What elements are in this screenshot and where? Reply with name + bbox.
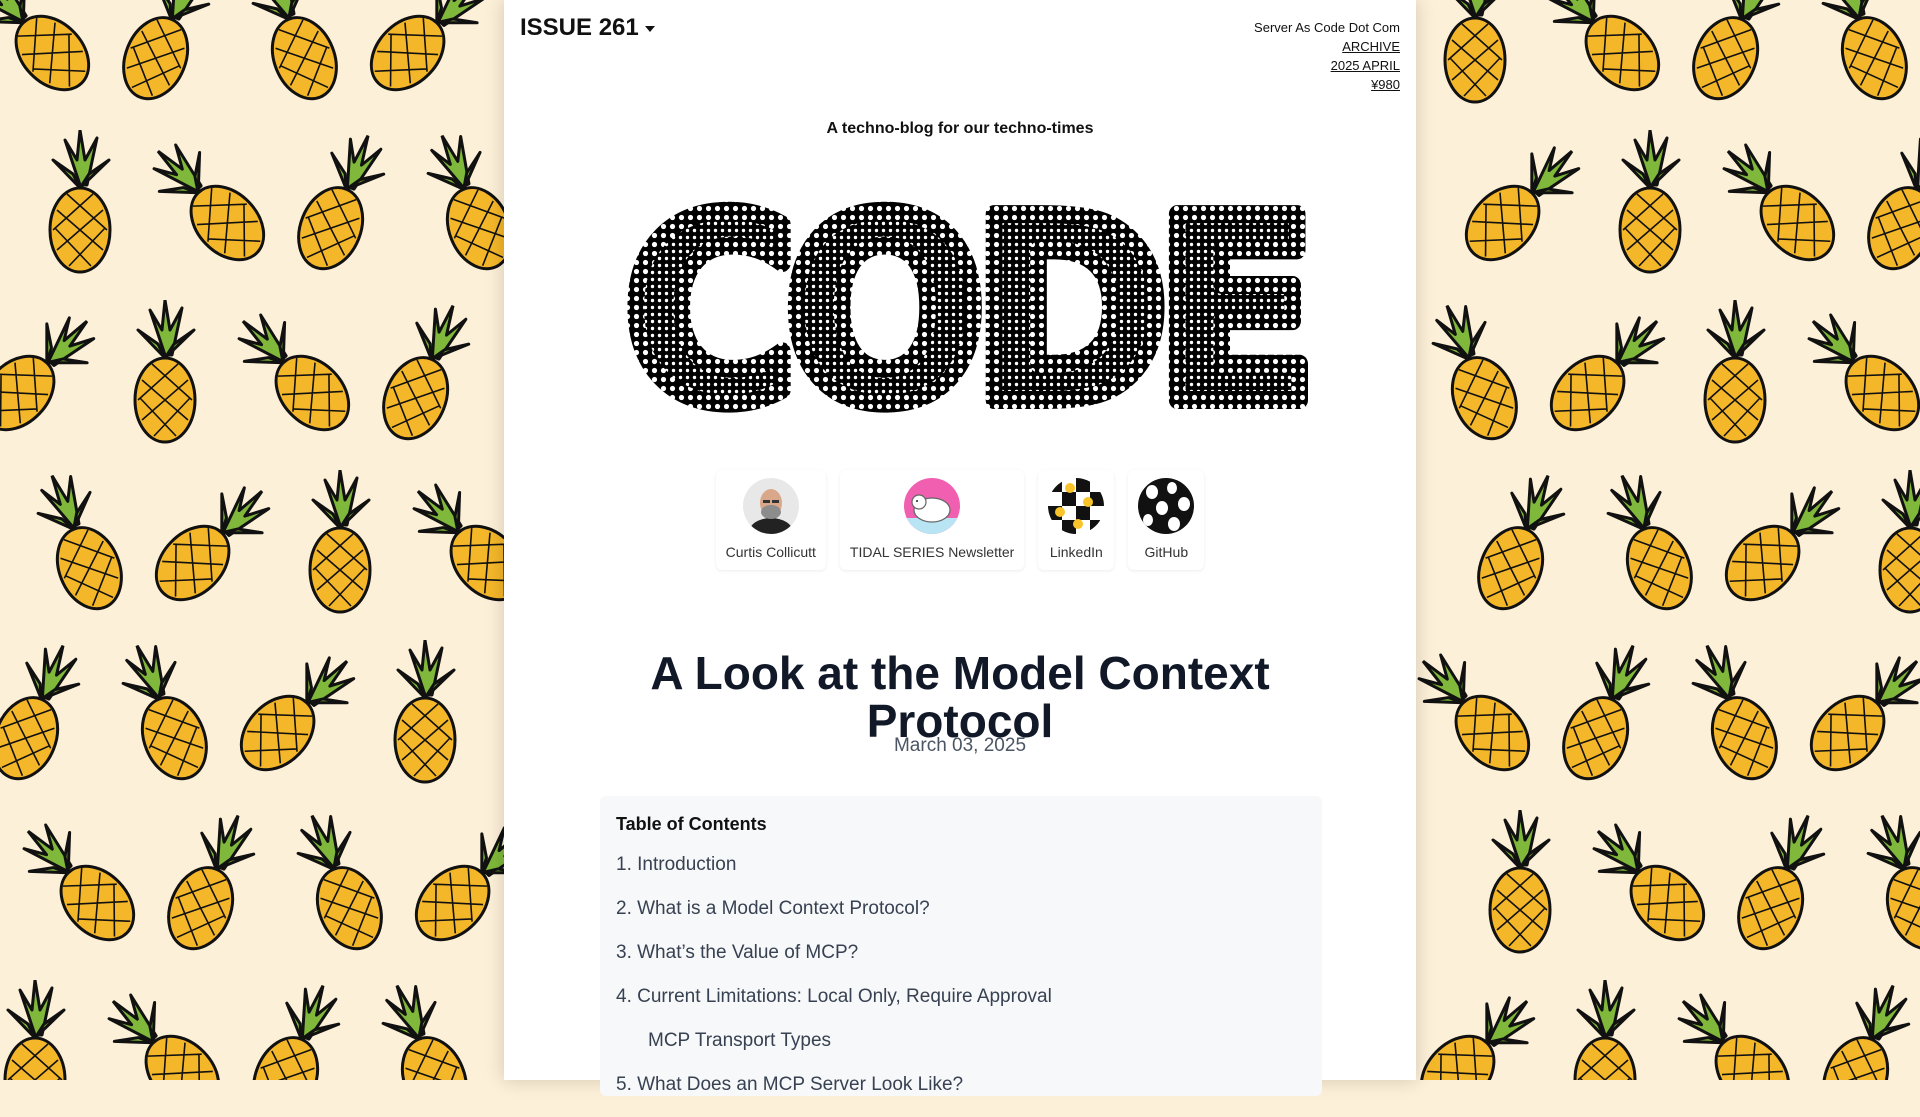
- pineapple-icon: [252, 983, 341, 1080]
- pineapple-icon: [1477, 473, 1566, 611]
- article-title: A Look at the Model Context Protocol: [650, 646, 1270, 747]
- person-avatar-icon: [742, 478, 799, 534]
- toc-item[interactable]: 1. Introduction: [616, 853, 1306, 897]
- link-label: Curtis Collicutt: [725, 544, 816, 560]
- pineapple-icon: [1573, 980, 1637, 1080]
- pineapple-icon: [1809, 656, 1920, 772]
- issue-dropdown[interactable]: ISSUE 261: [520, 14, 655, 42]
- pineapple-icon: [1821, 0, 1908, 101]
- pineapple-icon: [133, 300, 197, 444]
- toc-item[interactable]: 4. Current Limitations: Local Only, Requ…: [616, 985, 1306, 1029]
- pineapple-icon: [1878, 470, 1920, 614]
- pineapple-icon: [1549, 316, 1666, 432]
- polar-bear-avatar-icon: [904, 478, 961, 534]
- pineapple-icon: [1464, 146, 1581, 262]
- archive-link[interactable]: ARCHIVE: [1254, 37, 1400, 56]
- pineapple-icon: [0, 643, 81, 781]
- pineapple-icon: [122, 0, 211, 101]
- toc-item[interactable]: 2. What is a Model Context Protocol?: [616, 897, 1306, 941]
- pineapple-icon: [1737, 813, 1826, 951]
- pineapple-icon: [107, 993, 221, 1080]
- caret-down-icon: [644, 26, 655, 32]
- toc-title: Table of Contents: [616, 814, 767, 834]
- social-links: Curtis Collicutt TIDAL SERIES Newsletter: [504, 470, 1416, 570]
- pineapple-icon: [237, 313, 351, 432]
- issue-label: ISSUE 261: [520, 14, 639, 41]
- link-curtis-collicutt[interactable]: Curtis Collicutt: [715, 470, 826, 570]
- toc-item[interactable]: 3. What’s the Value of MCP?: [616, 941, 1306, 985]
- toc-item[interactable]: MCP Transport Types: [616, 1029, 1306, 1073]
- pineapple-icon: [1724, 486, 1841, 602]
- logo-text: CODE: [624, 164, 1304, 450]
- pineapple-icon: [154, 486, 271, 602]
- link-label: TIDAL SERIES Newsletter: [849, 544, 1015, 560]
- pineapple-icon: [0, 316, 96, 432]
- edition-link[interactable]: 2025 APRIL: [1254, 56, 1400, 75]
- page-paper: ISSUE 261 Server As Code Dot Com ARCHIVE…: [504, 0, 1416, 1096]
- pineapple-icon: [1618, 130, 1682, 274]
- code-logo: CODE: [615, 155, 1314, 450]
- pineapple-icon: [1677, 993, 1791, 1080]
- pineapple-icon: [1807, 313, 1920, 432]
- pineapple-icon: [1562, 643, 1651, 781]
- pineapple-icon: [1443, 0, 1507, 104]
- link-linkedin[interactable]: LinkedIn: [1038, 470, 1115, 570]
- pineapple-icon: [1866, 813, 1920, 951]
- link-label: GitHub: [1144, 544, 1189, 560]
- pineapple-icon: [393, 640, 457, 784]
- checkered-smiley-avatar-icon: [1048, 478, 1105, 534]
- pineapple-icon: [382, 303, 471, 441]
- pineapple-icon: [1822, 983, 1911, 1080]
- tagline: A techno-blog for our techno-times: [826, 120, 1094, 137]
- pineapple-icon: [1703, 300, 1767, 444]
- pineapple-icon: [381, 983, 468, 1080]
- article-date: March 03, 2025: [893, 735, 1027, 756]
- site-name: Server As Code Dot Com: [1254, 20, 1400, 35]
- pineapple-icon: [1488, 810, 1552, 954]
- pineapple-icon: [297, 133, 386, 271]
- pineapple-icon: [239, 656, 356, 772]
- pineapple-icon: [3, 980, 67, 1080]
- pineapple-icon: [369, 0, 486, 92]
- header-meta: Server As Code Dot Com ARCHIVE 2025 APRI…: [1254, 18, 1400, 94]
- pineapple-icon: [152, 143, 266, 262]
- pineapple-icon: [167, 813, 256, 951]
- price-link[interactable]: ¥980: [1254, 75, 1400, 94]
- table-of-contents: Table of Contents 1. Introduction 2. Wha…: [600, 796, 1322, 1096]
- pineapple-icon: [48, 130, 112, 274]
- ghost-pattern-avatar-icon: [1138, 478, 1195, 534]
- link-label: LinkedIn: [1049, 544, 1103, 560]
- pineapple-icon: [22, 823, 136, 942]
- pineapple-icon: [1692, 0, 1781, 101]
- link-tidal-series-newsletter[interactable]: TIDAL SERIES Newsletter: [839, 470, 1025, 570]
- pineapple-icon: [1722, 143, 1836, 262]
- pineapple-icon: [308, 470, 372, 614]
- pineapple-icon: [1592, 823, 1706, 942]
- link-github[interactable]: GitHub: [1128, 470, 1205, 570]
